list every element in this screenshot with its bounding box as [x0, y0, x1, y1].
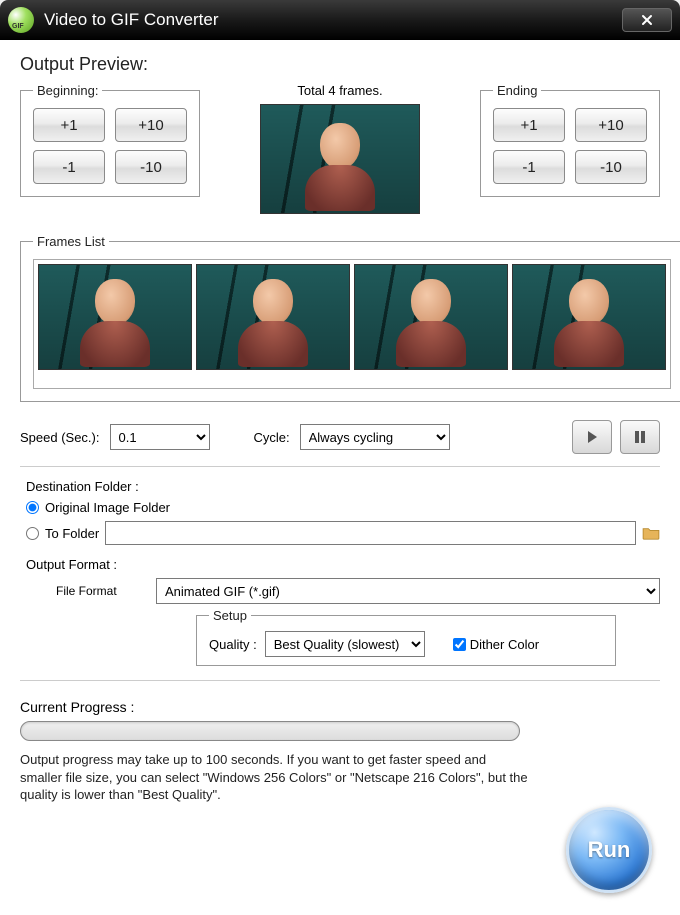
ending-plus1-button[interactable]: +1: [493, 108, 565, 142]
ending-minus1-button[interactable]: -1: [493, 150, 565, 184]
browse-folder-icon[interactable]: [642, 526, 660, 540]
progress-hint: Output progress may take up to 100 secon…: [20, 751, 530, 804]
frame-thumb[interactable]: [354, 264, 508, 370]
total-frames-label: Total 4 frames.: [214, 83, 466, 98]
ending-plus10-button[interactable]: +10: [575, 108, 647, 142]
pause-icon: [633, 430, 647, 444]
quality-label: Quality :: [209, 637, 257, 652]
beginning-plus10-button[interactable]: +10: [115, 108, 187, 142]
frame-thumb[interactable]: [38, 264, 192, 370]
file-format-label: File Format: [56, 584, 146, 598]
cycle-select[interactable]: Always cycling: [300, 424, 450, 450]
divider: [20, 680, 660, 681]
output-preview-heading: Output Preview:: [20, 54, 660, 75]
beginning-minus10-button[interactable]: -10: [115, 150, 187, 184]
dest-original-label: Original Image Folder: [45, 500, 170, 515]
beginning-group: Beginning: +1 +10 -1 -10: [20, 83, 200, 197]
beginning-legend: Beginning:: [33, 83, 102, 98]
divider: [20, 466, 660, 467]
dest-tofolder-radio[interactable]: [26, 527, 39, 540]
titlebar: Video to GIF Converter: [0, 0, 680, 40]
run-button[interactable]: Run: [566, 807, 652, 893]
progress-bar: [20, 721, 520, 741]
dest-original-radio[interactable]: [26, 501, 39, 514]
dest-tofolder-label: To Folder: [45, 526, 99, 541]
progress-label: Current Progress :: [20, 699, 660, 715]
dest-folder-input[interactable]: [105, 521, 636, 545]
speed-select[interactable]: 0.1: [110, 424, 210, 450]
destination-heading: Destination Folder :: [26, 479, 660, 494]
preview-thumbnail: [260, 104, 420, 214]
dither-checkbox[interactable]: [453, 638, 466, 651]
output-format-heading: Output Format :: [26, 557, 660, 572]
play-button[interactable]: [572, 420, 612, 454]
file-format-select[interactable]: Animated GIF (*.gif): [156, 578, 660, 604]
speed-label: Speed (Sec.):: [20, 430, 100, 445]
pause-button[interactable]: [620, 420, 660, 454]
beginning-minus1-button[interactable]: -1: [33, 150, 105, 184]
center-preview: Total 4 frames.: [214, 83, 466, 214]
frame-thumb[interactable]: [512, 264, 666, 370]
app-icon: [8, 7, 34, 33]
ending-minus10-button[interactable]: -10: [575, 150, 647, 184]
dither-label: Dither Color: [470, 637, 539, 652]
window-title: Video to GIF Converter: [44, 10, 219, 30]
beginning-plus1-button[interactable]: +1: [33, 108, 105, 142]
ending-group: Ending +1 +10 -1 -10: [480, 83, 660, 197]
close-button[interactable]: [622, 8, 672, 32]
setup-group: Setup Quality : Best Quality (slowest) D…: [196, 608, 616, 666]
play-icon: [585, 430, 599, 444]
frames-list-group: Frames List: [20, 234, 680, 402]
quality-select[interactable]: Best Quality (slowest): [265, 631, 425, 657]
setup-legend: Setup: [209, 608, 251, 623]
frames-list-legend: Frames List: [33, 234, 109, 249]
frame-thumb[interactable]: [196, 264, 350, 370]
cycle-label: Cycle:: [254, 430, 290, 445]
frames-strip[interactable]: [33, 259, 671, 389]
close-icon: [640, 13, 654, 27]
ending-legend: Ending: [493, 83, 541, 98]
